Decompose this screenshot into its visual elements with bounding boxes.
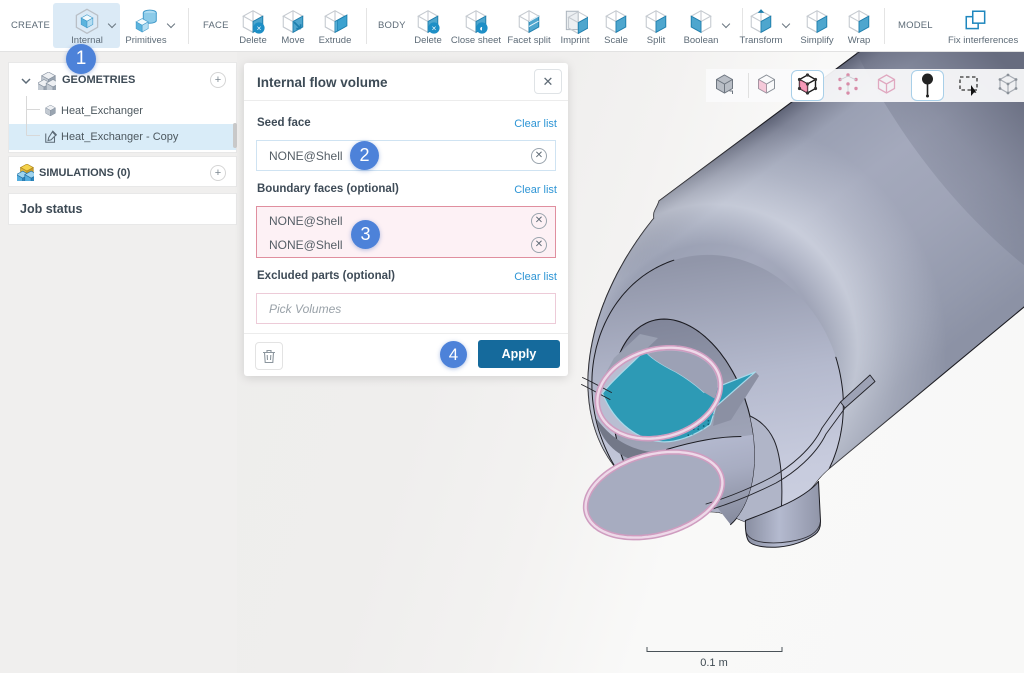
svg-text:0.1 m: 0.1 m [700,657,728,669]
svg-text:×: × [432,24,437,33]
svg-text:×: × [257,24,262,33]
svg-text:◐: ◐ [480,24,485,33]
